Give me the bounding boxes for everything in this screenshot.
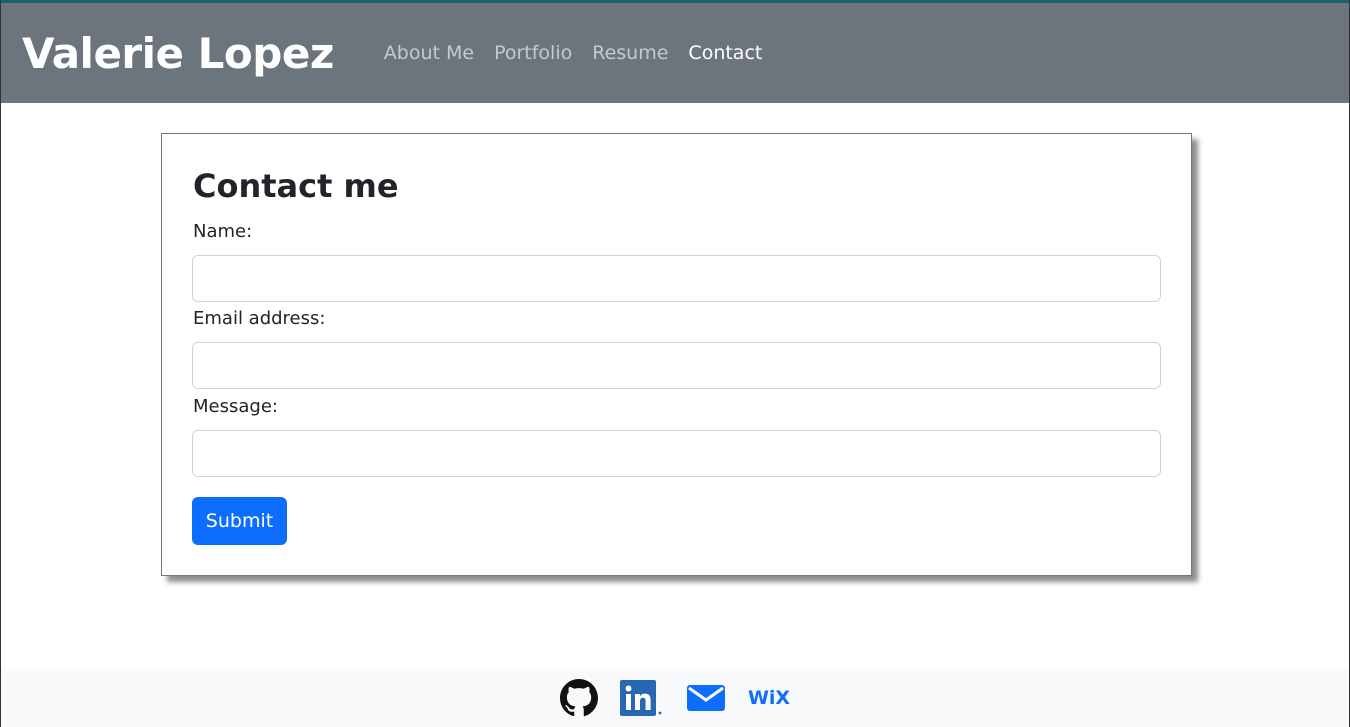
brand-title[interactable]: Valerie Lopez bbox=[22, 29, 334, 78]
message-input[interactable] bbox=[192, 430, 1161, 477]
email-input[interactable] bbox=[192, 342, 1161, 389]
nav-contact[interactable]: Contact bbox=[678, 42, 772, 64]
footer: WiX bbox=[1, 669, 1349, 727]
nav-about-me[interactable]: About Me bbox=[374, 42, 484, 64]
github-icon[interactable] bbox=[559, 679, 598, 717]
nav-links: About Me Portfolio Resume Contact bbox=[374, 42, 773, 64]
linkedin-icon[interactable] bbox=[619, 679, 664, 717]
name-input[interactable] bbox=[192, 255, 1161, 302]
nav-portfolio[interactable]: Portfolio bbox=[484, 42, 582, 64]
email-icon[interactable] bbox=[686, 682, 726, 714]
message-label: Message: bbox=[193, 396, 278, 417]
email-label: Email address: bbox=[193, 308, 326, 329]
navbar: Valerie Lopez About Me Portfolio Resume … bbox=[1, 3, 1349, 103]
wix-icon[interactable]: WiX bbox=[748, 687, 790, 709]
submit-button[interactable]: Submit bbox=[192, 497, 287, 545]
contact-card: Contact me Name: Email address: Message:… bbox=[161, 133, 1192, 576]
nav-resume[interactable]: Resume bbox=[582, 42, 678, 64]
name-label: Name: bbox=[193, 221, 253, 242]
contact-title: Contact me bbox=[193, 167, 399, 205]
